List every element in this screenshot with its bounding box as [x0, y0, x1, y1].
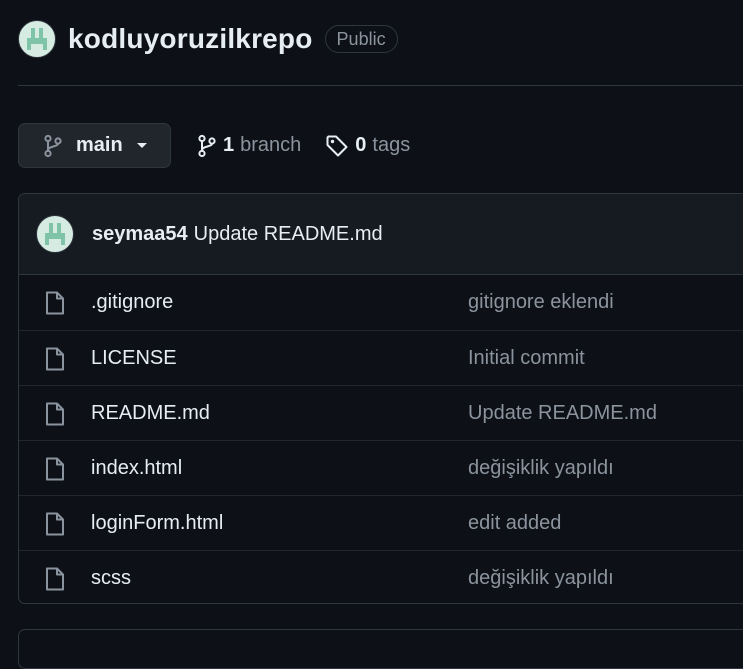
file-row[interactable]: .gitignore gitignore eklendi [19, 275, 743, 330]
branch-word: branch [240, 134, 302, 156]
header-divider [18, 85, 743, 86]
commit-author-link[interactable]: seymaa54 [92, 223, 188, 246]
git-branch-icon [198, 134, 216, 157]
file-icon [46, 402, 64, 426]
latest-commit-bar: seymaa54 Update README.md [19, 194, 743, 275]
file-row[interactable]: scss değişiklik yapıldı [19, 550, 743, 603]
author-avatar[interactable] [36, 215, 74, 253]
file-rows: .gitignore gitignore eklendi LICENSE Ini… [19, 275, 743, 603]
file-icon [46, 512, 64, 536]
file-commit-link[interactable]: edit added [468, 512, 561, 535]
branch-count: 1 [223, 134, 235, 156]
visibility-badge: Public [324, 25, 398, 53]
file-row[interactable]: index.html değişiklik yapıldı [19, 440, 743, 495]
file-commit-link[interactable]: değişiklik yapıldı [468, 567, 614, 590]
commit-message-link[interactable]: Update README.md [194, 223, 383, 246]
tag-word: tags [372, 134, 411, 156]
branches-link[interactable]: 1 branch [197, 134, 301, 158]
repo-header: kodluyoruzilkrepo Public [18, 20, 398, 58]
identicon-icon [45, 223, 65, 245]
tag-count: 0 [355, 134, 367, 156]
file-commit-link[interactable]: Initial commit [468, 347, 585, 370]
file-row[interactable]: README.md Update README.md [19, 385, 743, 440]
caret-down-icon [136, 143, 147, 148]
tags-link[interactable]: 0 tags [325, 134, 410, 158]
file-commit-link[interactable]: değişiklik yapıldı [468, 457, 614, 480]
file-icon [46, 347, 64, 371]
file-commit-link[interactable]: gitignore eklendi [468, 291, 614, 314]
tag-icon [326, 135, 348, 156]
readme-box [18, 629, 743, 669]
owner-avatar[interactable] [18, 20, 56, 58]
file-row[interactable]: LICENSE Initial commit [19, 330, 743, 385]
file-name-link[interactable]: LICENSE [91, 347, 177, 370]
branch-select-button[interactable]: main [18, 123, 171, 168]
branch-bar: main 1 branch 0 tags [18, 122, 410, 169]
current-branch-label: main [76, 134, 123, 156]
git-branch-icon [44, 134, 62, 157]
file-icon [46, 291, 64, 315]
file-name-link[interactable]: loginForm.html [91, 512, 223, 535]
file-icon [46, 457, 64, 481]
file-list-box: seymaa54 Update README.md .gitignore git… [18, 193, 743, 604]
file-icon [46, 567, 64, 591]
file-name-link[interactable]: index.html [91, 457, 182, 480]
file-name-link[interactable]: .gitignore [91, 291, 173, 314]
file-name-link[interactable]: scss [91, 567, 131, 590]
file-commit-link[interactable]: Update README.md [468, 402, 657, 425]
file-row[interactable]: loginForm.html edit added [19, 495, 743, 550]
file-name-link[interactable]: README.md [91, 402, 210, 425]
repo-name[interactable]: kodluyoruzilkrepo [68, 23, 313, 55]
identicon-icon [27, 28, 47, 50]
